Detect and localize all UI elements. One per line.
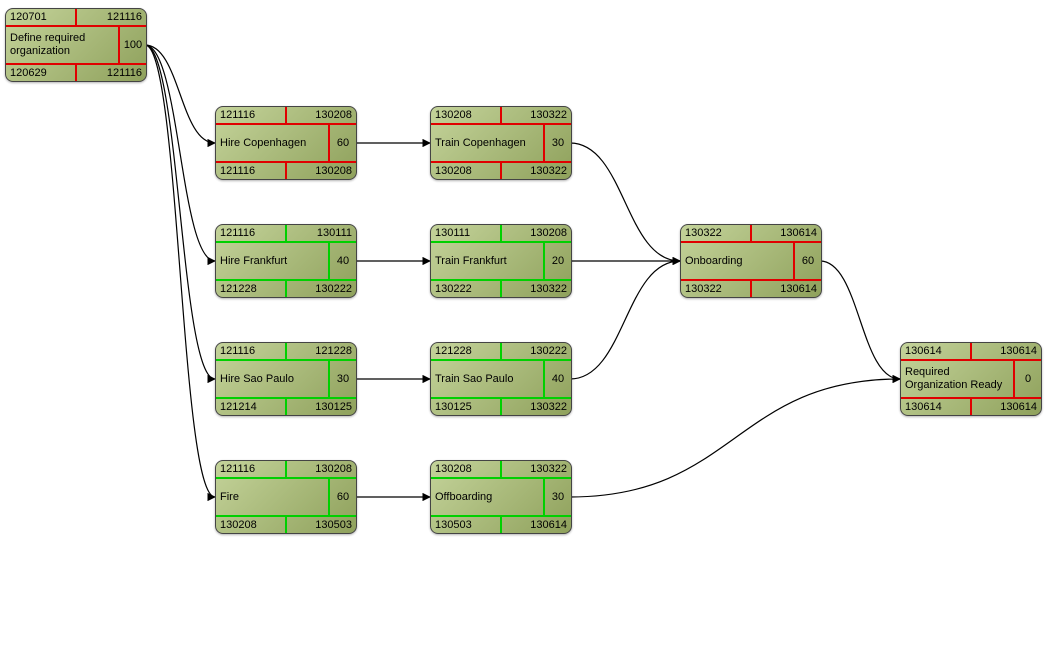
duration: 40 (543, 361, 571, 397)
duration: 40 (328, 243, 356, 279)
early-finish: 130222 (502, 343, 571, 359)
activity-node-n8[interactable]: 121228130222 Train Sao Paulo40 13012513032… (430, 342, 572, 416)
activity-label: Train Copenhagen (431, 125, 543, 161)
activity-node-n9[interactable]: 130208130322 Offboarding30 130503130614 (430, 460, 572, 534)
late-start: 130208 (431, 163, 502, 179)
late-finish: 130222 (287, 281, 356, 297)
early-start: 130322 (681, 225, 752, 241)
activity-node-n3[interactable]: 121116130111 Hire Frankfurt40 121228130222 (215, 224, 357, 298)
activity-node-n2[interactable]: 121116130208Hire Copenhagen6012111613020… (215, 106, 357, 180)
duration: 60 (793, 243, 821, 279)
activity-label: Onboarding (681, 243, 793, 279)
late-start: 121116 (216, 163, 287, 179)
activity-label: Offboarding (431, 479, 543, 515)
early-start: 130614 (901, 343, 972, 359)
early-finish: 130322 (502, 107, 571, 123)
activity-network-diagram: 120701121116Define required organization… (0, 0, 1054, 656)
early-start: 121228 (431, 343, 502, 359)
late-start: 130222 (431, 281, 502, 297)
early-start: 120701 (6, 9, 77, 25)
edge-n1-n2 (145, 45, 215, 143)
duration: 100 (118, 27, 146, 63)
activity-label: Required Organization Ready (901, 361, 1013, 397)
early-start: 130208 (431, 461, 502, 477)
activity-node-n4[interactable]: 121116121228 Hire Sao Paulo30 121214130125 (215, 342, 357, 416)
early-start: 121116 (216, 225, 287, 241)
early-start: 130111 (431, 225, 502, 241)
late-start: 121214 (216, 399, 287, 415)
early-finish: 130208 (287, 107, 356, 123)
late-start: 120629 (6, 65, 77, 81)
activity-label: Fire (216, 479, 328, 515)
duration: 30 (328, 361, 356, 397)
early-finish: 130614 (972, 343, 1041, 359)
late-finish: 130322 (502, 281, 571, 297)
duration: 20 (543, 243, 571, 279)
activity-node-n7[interactable]: 130111130208 Train Frankfurt20 13022213032… (430, 224, 572, 298)
activity-node-n11[interactable]: 130614130614Required Organization Ready0… (900, 342, 1042, 416)
early-finish: 130208 (287, 461, 356, 477)
activity-node-n5[interactable]: 121116130208Fire60130208130503 (215, 460, 357, 534)
edge-n8-n10 (570, 261, 680, 379)
edge-n1-n3 (145, 45, 215, 261)
duration: 0 (1013, 361, 1041, 397)
activity-label: Hire Sao Paulo (216, 361, 328, 397)
early-finish: 130208 (502, 225, 571, 241)
early-finish: 121228 (287, 343, 356, 359)
duration: 30 (543, 125, 571, 161)
late-start: 130503 (431, 517, 502, 533)
early-finish: 130111 (287, 225, 356, 241)
early-finish: 130322 (502, 461, 571, 477)
early-finish: 130614 (752, 225, 821, 241)
edge-n10-n11 (820, 261, 900, 379)
late-finish: 130322 (502, 399, 571, 415)
late-finish: 130614 (502, 517, 571, 533)
late-finish: 130503 (287, 517, 356, 533)
early-start: 130208 (431, 107, 502, 123)
late-finish: 130614 (972, 399, 1041, 415)
edge-n9-n11 (570, 379, 900, 497)
late-finish: 130125 (287, 399, 356, 415)
activity-label: Train Frankfurt (431, 243, 543, 279)
activity-node-n1[interactable]: 120701121116Define required organization… (5, 8, 147, 82)
late-start: 130125 (431, 399, 502, 415)
early-finish: 121116 (77, 9, 146, 25)
activity-node-n6[interactable]: 130208130322Train Copenhagen301302081303… (430, 106, 572, 180)
activity-label: Define required organization (6, 27, 118, 63)
early-start: 121116 (216, 107, 287, 123)
edge-n1-n4 (145, 45, 215, 379)
late-start: 130614 (901, 399, 972, 415)
late-finish: 130208 (287, 163, 356, 179)
late-start: 130322 (681, 281, 752, 297)
late-finish: 130322 (502, 163, 571, 179)
activity-label: Train Sao Paulo (431, 361, 543, 397)
late-finish: 130614 (752, 281, 821, 297)
edges-layer (0, 0, 1054, 656)
late-start: 130208 (216, 517, 287, 533)
early-start: 121116 (216, 461, 287, 477)
duration: 60 (328, 479, 356, 515)
activity-label: Hire Frankfurt (216, 243, 328, 279)
edge-n1-n5 (145, 45, 215, 497)
late-start: 121228 (216, 281, 287, 297)
activity-node-n10[interactable]: 130322130614Onboarding60130322130614 (680, 224, 822, 298)
duration: 60 (328, 125, 356, 161)
late-finish: 121116 (77, 65, 146, 81)
early-start: 121116 (216, 343, 287, 359)
duration: 30 (543, 479, 571, 515)
edge-n6-n10 (570, 143, 680, 261)
activity-label: Hire Copenhagen (216, 125, 328, 161)
